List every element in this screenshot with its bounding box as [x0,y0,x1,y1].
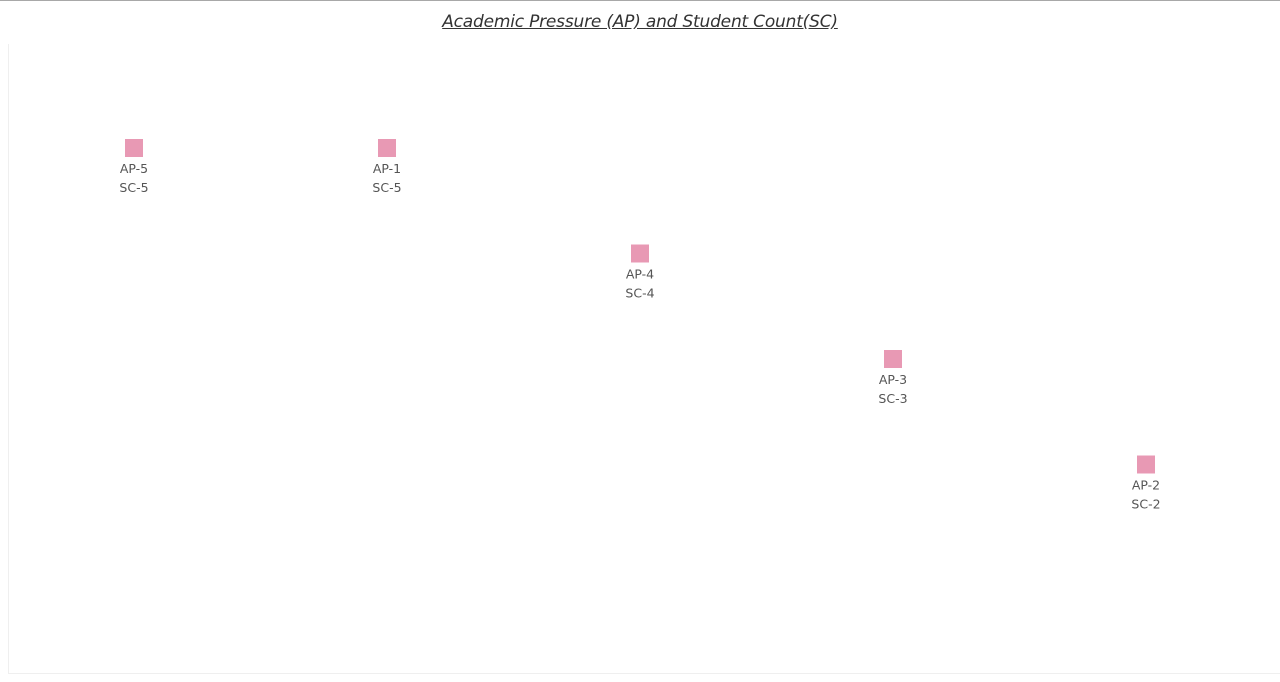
point-label-sc: SC-3 [878,391,907,406]
point-label-sc: SC-4 [625,286,654,301]
point-label-sc: SC-5 [119,180,148,195]
point-label-sc: SC-2 [1131,497,1160,512]
point-marker[interactable] [631,244,649,263]
data-point-5[interactable]: AP-2 SC-2 [1131,455,1161,512]
scatter-chart: AP-5 SC-5 AP-1 SC-5 AP-4 SC-4 AP-3 SC-3 AP-2 SC-2 [119,139,1161,512]
point-label-ap: AP-5 [120,161,148,176]
point-label-ap: AP-3 [879,372,907,387]
point-label-ap: AP-4 [626,267,654,282]
point-marker[interactable] [884,350,902,368]
data-point-2[interactable]: AP-1 SC-5 [372,139,402,195]
point-marker[interactable] [125,139,143,157]
point-label-ap: AP-2 [1132,478,1160,493]
point-marker[interactable] [378,139,396,157]
data-point-4[interactable]: AP-3 SC-3 [878,350,908,406]
data-point-3[interactable]: AP-4 SC-4 [625,244,655,301]
point-label-sc: SC-5 [372,180,401,195]
point-label-ap: AP-1 [373,161,401,176]
point-marker[interactable] [1137,455,1155,474]
data-point-1[interactable]: AP-5 SC-5 [119,139,149,195]
